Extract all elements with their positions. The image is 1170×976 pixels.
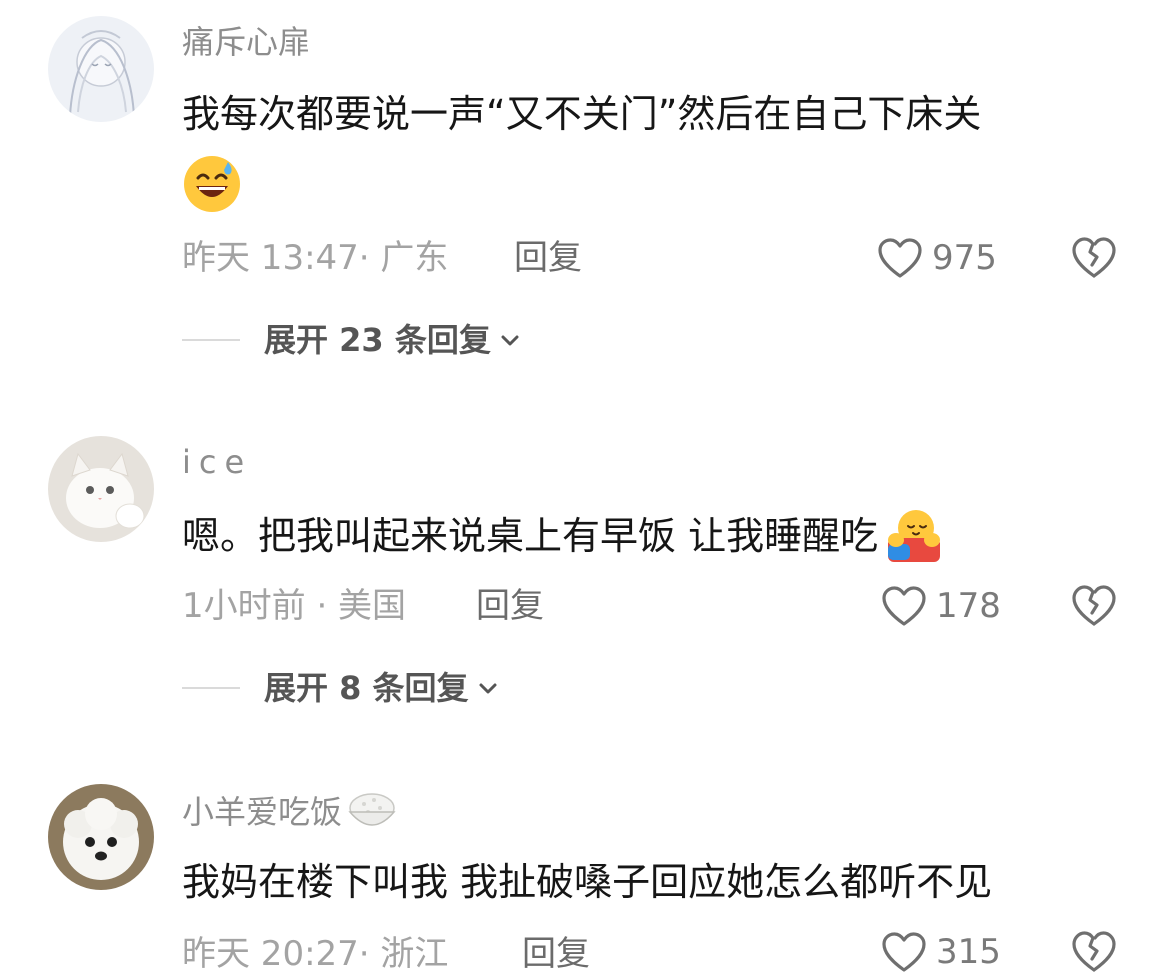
grinning-sweat-emoji [182, 154, 242, 214]
comment-timestamp: 昨天 13:47· 广东 [182, 238, 449, 278]
expand-replies-button[interactable]: 展开 8 条回复 [182, 666, 499, 710]
broken-heart-icon [1072, 585, 1116, 626]
comment-timestamp: 1小时前 · 美国 [182, 586, 407, 626]
reply-button[interactable]: 回复 [522, 932, 590, 976]
reply-button[interactable]: 回复 [476, 584, 544, 628]
broken-heart-icon [1072, 931, 1116, 972]
comment-username[interactable]: 小羊爱吃饭 [182, 792, 342, 832]
hugging-face-emoji [884, 508, 944, 564]
heart-icon [878, 238, 922, 278]
like-count: 975 [932, 238, 997, 278]
avatar[interactable] [48, 436, 154, 542]
avatar[interactable] [48, 784, 154, 890]
chevron-down-icon [479, 683, 497, 694]
comment-text-row: 嗯。把我叫起来说桌上有早饭 让我睡醒吃 [182, 508, 944, 564]
comment-text: 我妈在楼下叫我 我扯破嗓子回应她怎么都听不见 [182, 860, 993, 904]
dislike-button[interactable] [1070, 582, 1118, 630]
comment-username[interactable]: ice [182, 442, 252, 482]
divider-line [182, 687, 240, 689]
expand-replies-button[interactable]: 展开 23 条回复 [182, 318, 521, 362]
heart-icon [882, 932, 926, 972]
comment-text: 我每次都要说一声“又不关门”然后在自己下床关 [182, 92, 982, 136]
divider-line [182, 339, 240, 341]
comment-timestamp: 昨天 20:27· 浙江 [182, 934, 449, 974]
like-button[interactable]: 178 [880, 582, 1001, 630]
white-kitten-avatar-icon [48, 436, 154, 542]
reply-button[interactable]: 回复 [514, 236, 582, 280]
expand-replies-label: 展开 8 条回复 [264, 669, 469, 707]
comment-username[interactable]: 痛斥心扉 [182, 22, 310, 62]
like-count: 178 [936, 586, 1001, 626]
broken-heart-icon [1072, 237, 1116, 278]
username-row: 小羊爱吃饭 [182, 788, 398, 836]
anime-girl-avatar-icon [48, 16, 154, 122]
white-poodle-avatar-icon [48, 784, 154, 890]
like-button[interactable]: 975 [876, 234, 997, 282]
expand-replies-label: 展开 23 条回复 [264, 321, 491, 359]
avatar[interactable] [48, 16, 154, 122]
comment-text: 嗯。把我叫起来说桌上有早饭 让我睡醒吃 [182, 514, 879, 558]
heart-icon [882, 586, 926, 626]
like-count: 315 [936, 932, 1001, 972]
chevron-down-icon [501, 335, 519, 346]
rice-bowl-emoji [346, 788, 398, 836]
dislike-button[interactable] [1070, 234, 1118, 282]
